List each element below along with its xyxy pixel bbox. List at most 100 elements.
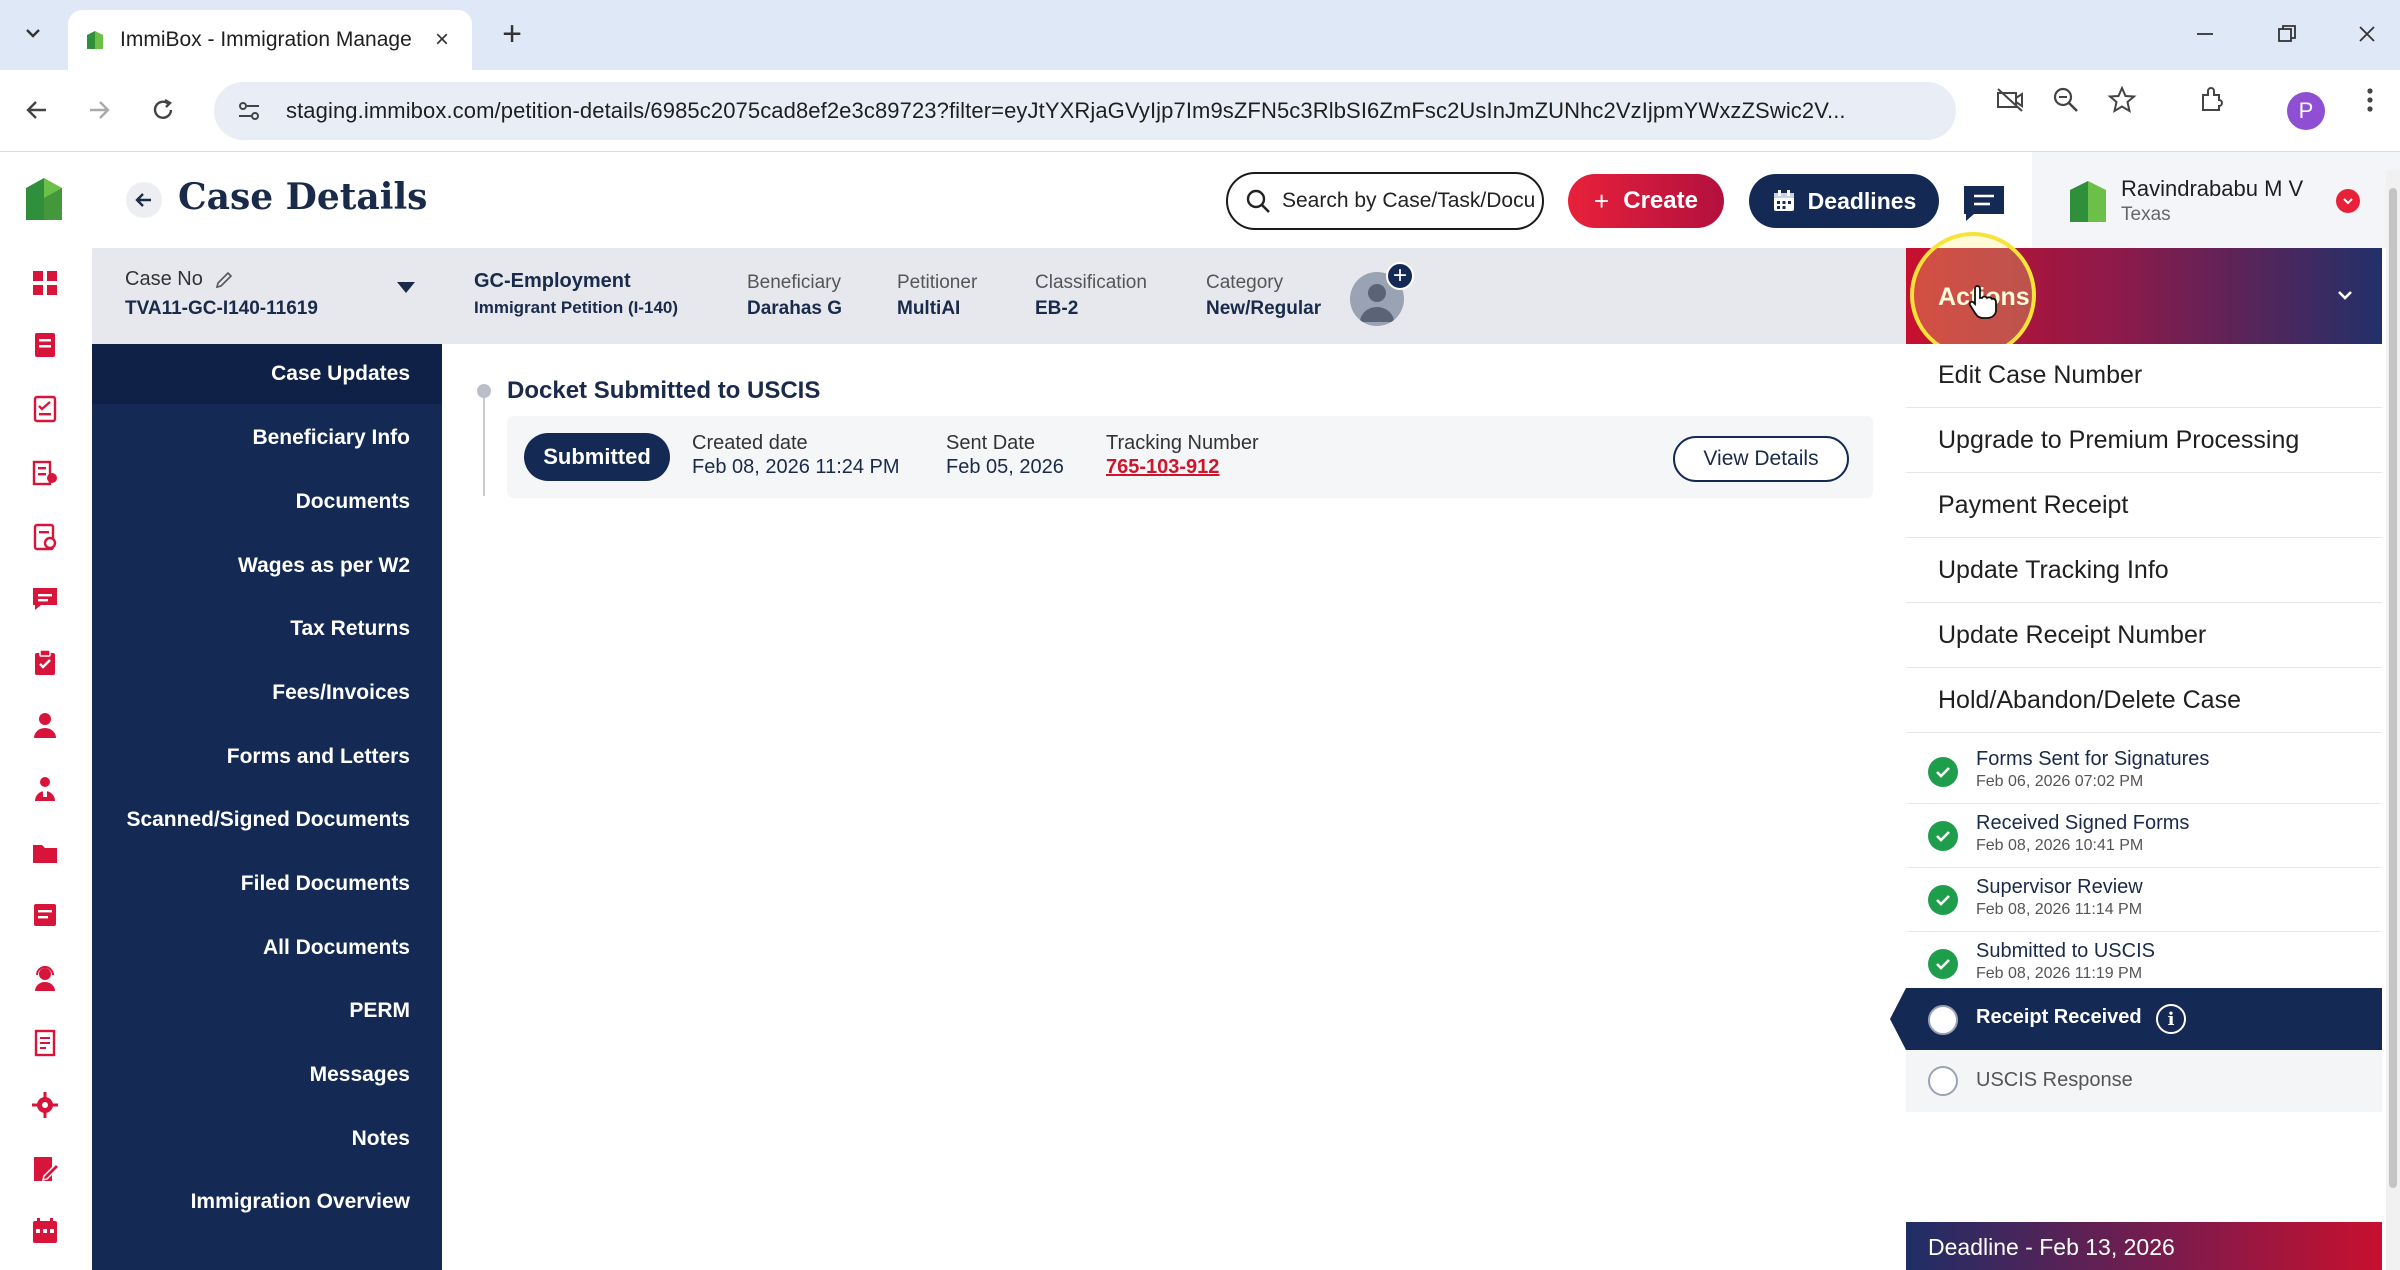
messages-icon[interactable]	[1962, 184, 2006, 222]
global-search-input[interactable]: Search by Case/Task/Docu	[1226, 172, 1544, 230]
search-icon	[1246, 189, 1270, 213]
info-icon[interactable]: i	[2156, 1004, 2186, 1034]
deadlines-button[interactable]: Deadlines	[1749, 174, 1939, 228]
settings-icon[interactable]	[30, 1090, 60, 1120]
forms-icon[interactable]	[30, 458, 60, 488]
nav-item-beneficiary-info[interactable]: Beneficiary Info	[252, 426, 410, 450]
timeline-line	[483, 390, 485, 496]
step-pending[interactable]: USCIS Response	[1906, 1050, 2382, 1112]
nav-item-filed-documents[interactable]: Filed Documents	[241, 872, 410, 896]
nav-item-case-updates[interactable]: Case Updates	[271, 362, 410, 386]
created-date-value: Feb 08, 2026 11:24 PM	[692, 456, 900, 478]
bookmark-star-icon[interactable]	[2106, 84, 2138, 116]
action-hold-abandon-delete-case[interactable]: Hold/Abandon/Delete Case	[1906, 669, 2382, 733]
more-options-icon[interactable]	[2354, 84, 2386, 116]
deadline-banner: Deadline - Feb 13, 2026	[1906, 1222, 2382, 1270]
nav-item-documents[interactable]: Documents	[296, 490, 410, 514]
browser-tab-bar: ImmiBox - Immigration Manage × +	[0, 0, 2400, 70]
icon-rail	[0, 248, 92, 1270]
step-current[interactable]: Receipt Received i	[1890, 988, 2382, 1050]
report-icon[interactable]	[30, 1028, 60, 1058]
close-window-button[interactable]	[2342, 14, 2392, 54]
action-update-receipt-number[interactable]: Update Receipt Number	[1906, 604, 2382, 668]
nav-item-wages-w2[interactable]: Wages as per W2	[238, 554, 410, 578]
classification-label: Classification	[1035, 272, 1147, 293]
step-date: Feb 08, 2026 11:19 PM	[1976, 965, 2143, 982]
view-details-button[interactable]: View Details	[1673, 436, 1849, 482]
support-agent-icon[interactable]	[30, 964, 60, 994]
nav-item-notes[interactable]: Notes	[352, 1127, 410, 1151]
immibox-logo-icon[interactable]	[22, 174, 66, 224]
back-button[interactable]	[16, 89, 58, 131]
restore-icon	[2278, 25, 2296, 42]
address-bar[interactable]: staging.immibox.com/petition-details/698…	[214, 82, 1956, 140]
forward-button[interactable]	[78, 89, 120, 131]
nav-item-messages[interactable]: Messages	[310, 1063, 410, 1087]
browser-tab-active[interactable]: ImmiBox - Immigration Manage ×	[68, 10, 472, 70]
scrollbar-thumb[interactable]	[2389, 188, 2397, 1188]
case-switcher-dropdown-icon[interactable]	[397, 282, 415, 293]
cases-icon[interactable]	[30, 330, 60, 360]
users-icon[interactable]	[30, 774, 60, 804]
document-review-icon[interactable]	[30, 522, 60, 552]
tracking-number-label: Tracking Number	[1106, 432, 1259, 454]
pencil-icon[interactable]	[214, 270, 234, 290]
timeline-dot	[477, 384, 491, 398]
tracking-number-link[interactable]: 765-103-912	[1106, 456, 1219, 479]
person-icon[interactable]	[30, 710, 60, 740]
user-menu-dropdown-icon[interactable]	[2336, 189, 2360, 213]
nav-item-scanned-signed-documents[interactable]: Scanned/Signed Documents	[126, 808, 410, 832]
action-upgrade-premium-processing[interactable]: Upgrade to Premium Processing	[1906, 409, 2382, 473]
new-tab-button[interactable]: +	[494, 15, 530, 53]
nav-item-perm[interactable]: PERM	[349, 999, 410, 1023]
search-placeholder: Search by Case/Task/Docu	[1282, 189, 1536, 212]
action-payment-receipt[interactable]: Payment Receipt	[1906, 474, 2382, 538]
docket-card: Submitted Created date Feb 08, 2026 11:2…	[507, 416, 1873, 498]
site-settings-icon[interactable]	[234, 96, 264, 126]
calendar-icon[interactable]	[30, 1216, 60, 1246]
action-edit-case-number[interactable]: Edit Case Number	[1906, 344, 2382, 408]
restore-button[interactable]	[2262, 14, 2312, 54]
create-button[interactable]: + Create	[1568, 174, 1724, 228]
step-completed[interactable]: Received Signed Forms Feb 08, 2026 10:41…	[1906, 804, 2382, 868]
add-team-member-button[interactable]: +	[1386, 262, 1414, 290]
nav-item-forms-letters[interactable]: Forms and Letters	[227, 745, 410, 769]
step-completed[interactable]: Submitted to USCIS Feb 08, 2026 11:19 PM	[1906, 932, 2382, 996]
nav-item-fees-invoices[interactable]: Fees/Invoices	[272, 681, 410, 705]
step-completed[interactable]: Supervisor Review Feb 08, 2026 11:14 PM	[1906, 868, 2382, 932]
edit-document-icon[interactable]	[30, 1154, 60, 1184]
petitioner-label: Petitioner	[897, 272, 978, 293]
profile-avatar[interactable]: P	[2287, 92, 2325, 130]
nav-item-tax-returns[interactable]: Tax Returns	[290, 617, 410, 641]
notes-icon[interactable]	[30, 900, 60, 930]
tab-search-button[interactable]	[14, 14, 52, 52]
extensions-icon[interactable]	[2196, 84, 2228, 116]
arrow-left-icon	[26, 101, 46, 119]
action-update-tracking-info[interactable]: Update Tracking Info	[1906, 539, 2382, 603]
chat-icon[interactable]	[30, 584, 60, 614]
browser-toolbar: staging.immibox.com/petition-details/698…	[0, 70, 2400, 152]
step-title: Received Signed Forms	[1976, 812, 2190, 834]
checklist-icon[interactable]	[30, 394, 60, 424]
nav-item-immigration-overview[interactable]: Immigration Overview	[191, 1190, 410, 1214]
page-back-button[interactable]	[126, 182, 162, 218]
tab-close-icon[interactable]: ×	[428, 26, 456, 54]
app-header: Case Details Search by Case/Task/Docu + …	[0, 152, 2400, 248]
status-badge: Submitted	[524, 433, 670, 481]
clipboard-icon[interactable]	[30, 648, 60, 678]
radio-circle-icon	[1928, 1066, 1958, 1096]
nav-item-all-documents[interactable]: All Documents	[263, 936, 410, 960]
create-label: Create	[1623, 187, 1698, 214]
dashboard-icon[interactable]	[30, 268, 60, 298]
reload-button[interactable]	[142, 89, 184, 131]
user-name: Ravindrababu M V	[2121, 176, 2304, 201]
actions-menu: Edit Case Number Upgrade to Premium Proc…	[1906, 344, 2382, 740]
step-completed[interactable]: Forms Sent for Signatures Feb 06, 2026 0…	[1906, 740, 2382, 804]
zoom-icon[interactable]	[2050, 84, 2082, 116]
folder-icon[interactable]	[30, 838, 60, 868]
step-title: USCIS Response	[1976, 1069, 2133, 1091]
camera-blocked-icon[interactable]	[1994, 84, 2026, 116]
radio-circle-icon	[1928, 1005, 1958, 1035]
minimize-button[interactable]	[2180, 14, 2230, 54]
step-date: Feb 08, 2026 11:14 PM	[1976, 901, 2143, 918]
